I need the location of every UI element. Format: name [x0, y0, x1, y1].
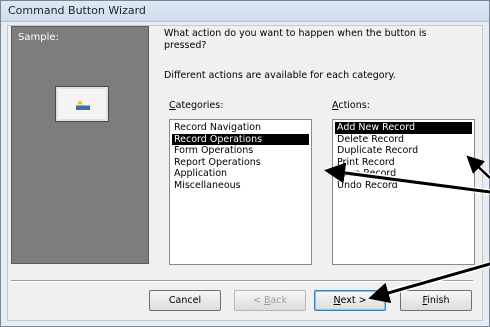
arrow-to-next-button — [368, 262, 490, 303]
annotation-overlay — [324, 153, 490, 303]
arrow-to-record-operations — [324, 162, 490, 194]
arrow-to-add-new-record — [466, 155, 490, 179]
